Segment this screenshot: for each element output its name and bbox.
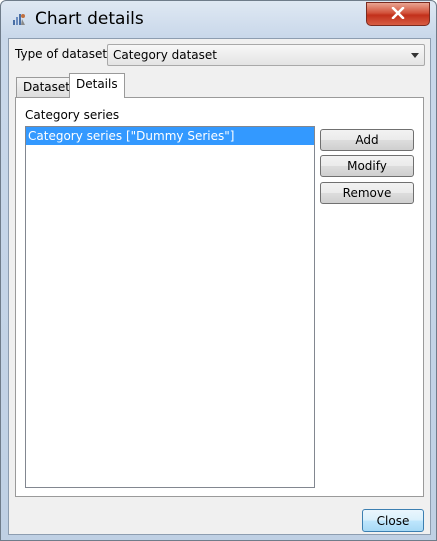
category-series-label: Category series — [25, 108, 120, 122]
close-icon — [391, 6, 405, 22]
window-title: Chart details — [35, 9, 144, 29]
dataset-type-label: Type of dataset — [15, 47, 108, 61]
tab-details[interactable]: Details — [69, 73, 125, 98]
add-button[interactable]: Add — [320, 129, 414, 151]
window-close-button[interactable] — [366, 2, 430, 26]
chart-details-dialog: Chart details Type of dataset Category d… — [0, 0, 437, 541]
close-button[interactable]: Close — [362, 509, 424, 532]
dataset-type-value: Category dataset — [113, 48, 217, 62]
modify-button[interactable]: Modify — [320, 155, 414, 177]
title-bar[interactable]: Chart details — [1, 1, 436, 39]
list-item[interactable]: Category series ["Dummy Series"] — [26, 127, 314, 145]
chart-app-icon — [11, 11, 27, 27]
dataset-type-select[interactable]: Category dataset — [107, 44, 425, 66]
tab-details-label: Details — [76, 77, 118, 91]
category-series-list[interactable]: Category series ["Dummy Series"] — [25, 126, 315, 488]
tab-dataset-label: Dataset — [23, 80, 70, 94]
details-panel: Category series Category series ["Dummy … — [15, 97, 424, 497]
tab-dataset[interactable]: Dataset — [16, 77, 77, 98]
remove-button[interactable]: Remove — [320, 182, 414, 204]
dialog-body: Type of dataset Category dataset Dataset… — [8, 38, 431, 535]
chevron-down-icon — [411, 53, 419, 58]
